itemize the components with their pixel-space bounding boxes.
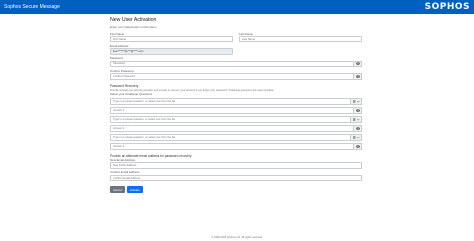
- show-password-button[interactable]: [354, 60, 362, 68]
- show-answer-3-button[interactable]: [354, 143, 362, 150]
- show-answer-2-button[interactable]: [354, 125, 362, 132]
- show-answer-1-button[interactable]: [354, 107, 362, 114]
- eye-icon: [355, 144, 360, 148]
- show-confirm-password-button[interactable]: [354, 73, 362, 80]
- password-recovery-heading: Password Recovery: [110, 83, 139, 88]
- question-1-list-button[interactable]: [351, 98, 362, 105]
- answer-2-input[interactable]: Answer 2: [110, 125, 354, 132]
- eye-icon: [355, 62, 360, 66]
- app-title: Sophos Secure Message: [4, 4, 60, 10]
- answer-1-input[interactable]: Answer 1: [110, 107, 354, 114]
- email-field: kee*******4e***@****.com: [110, 48, 233, 55]
- challenge-questions-label: Select your Challenge Questions: [110, 92, 153, 97]
- question-2-list-button[interactable]: [351, 116, 362, 123]
- answer-3-input[interactable]: Answer 3: [110, 143, 354, 150]
- question-2-input[interactable]: Type in a unique question, or select one…: [110, 116, 351, 123]
- footer-copyright: © 1999-2024 Sophos Ltd. All rights reser…: [211, 236, 263, 239]
- cancel-button[interactable]: Cancel: [110, 186, 125, 193]
- confirm-email-input[interactable]: Confirm Email Address: [110, 174, 362, 182]
- confirm-password-input[interactable]: Confirm Password: [110, 73, 354, 80]
- list-dropdown-icon: [352, 136, 360, 139]
- new-email-input[interactable]: New Email Address: [110, 162, 362, 169]
- alternate-email-heading: Provide an alternate email address for p…: [110, 153, 192, 158]
- eye-icon: [355, 126, 360, 130]
- sophos-logo: SOPHOS: [424, 2, 470, 12]
- question-3-input[interactable]: Type in a unique question, or select one…: [110, 134, 351, 141]
- activate-button[interactable]: Activate: [126, 186, 143, 193]
- page-subtitle: Enter your Registration Information: [110, 24, 157, 29]
- activation-form: New User Activation Enter your Registrat…: [110, 17, 362, 193]
- first-name-input[interactable]: First Name: [110, 35, 233, 43]
- eye-icon: [355, 108, 360, 112]
- list-dropdown-icon: [352, 118, 360, 121]
- eye-icon: [355, 75, 360, 78]
- page-title: New User Activation: [110, 17, 157, 23]
- question-3-list-button[interactable]: [351, 134, 362, 141]
- last-name-input[interactable]: Last Name: [239, 35, 362, 43]
- password-input[interactable]: Password: [110, 60, 354, 68]
- list-dropdown-icon: [352, 100, 360, 103]
- question-1-input[interactable]: Type in a unique question, or select one…: [110, 98, 351, 105]
- top-bar: Sophos Secure Message SOPHOS: [0, 0, 474, 14]
